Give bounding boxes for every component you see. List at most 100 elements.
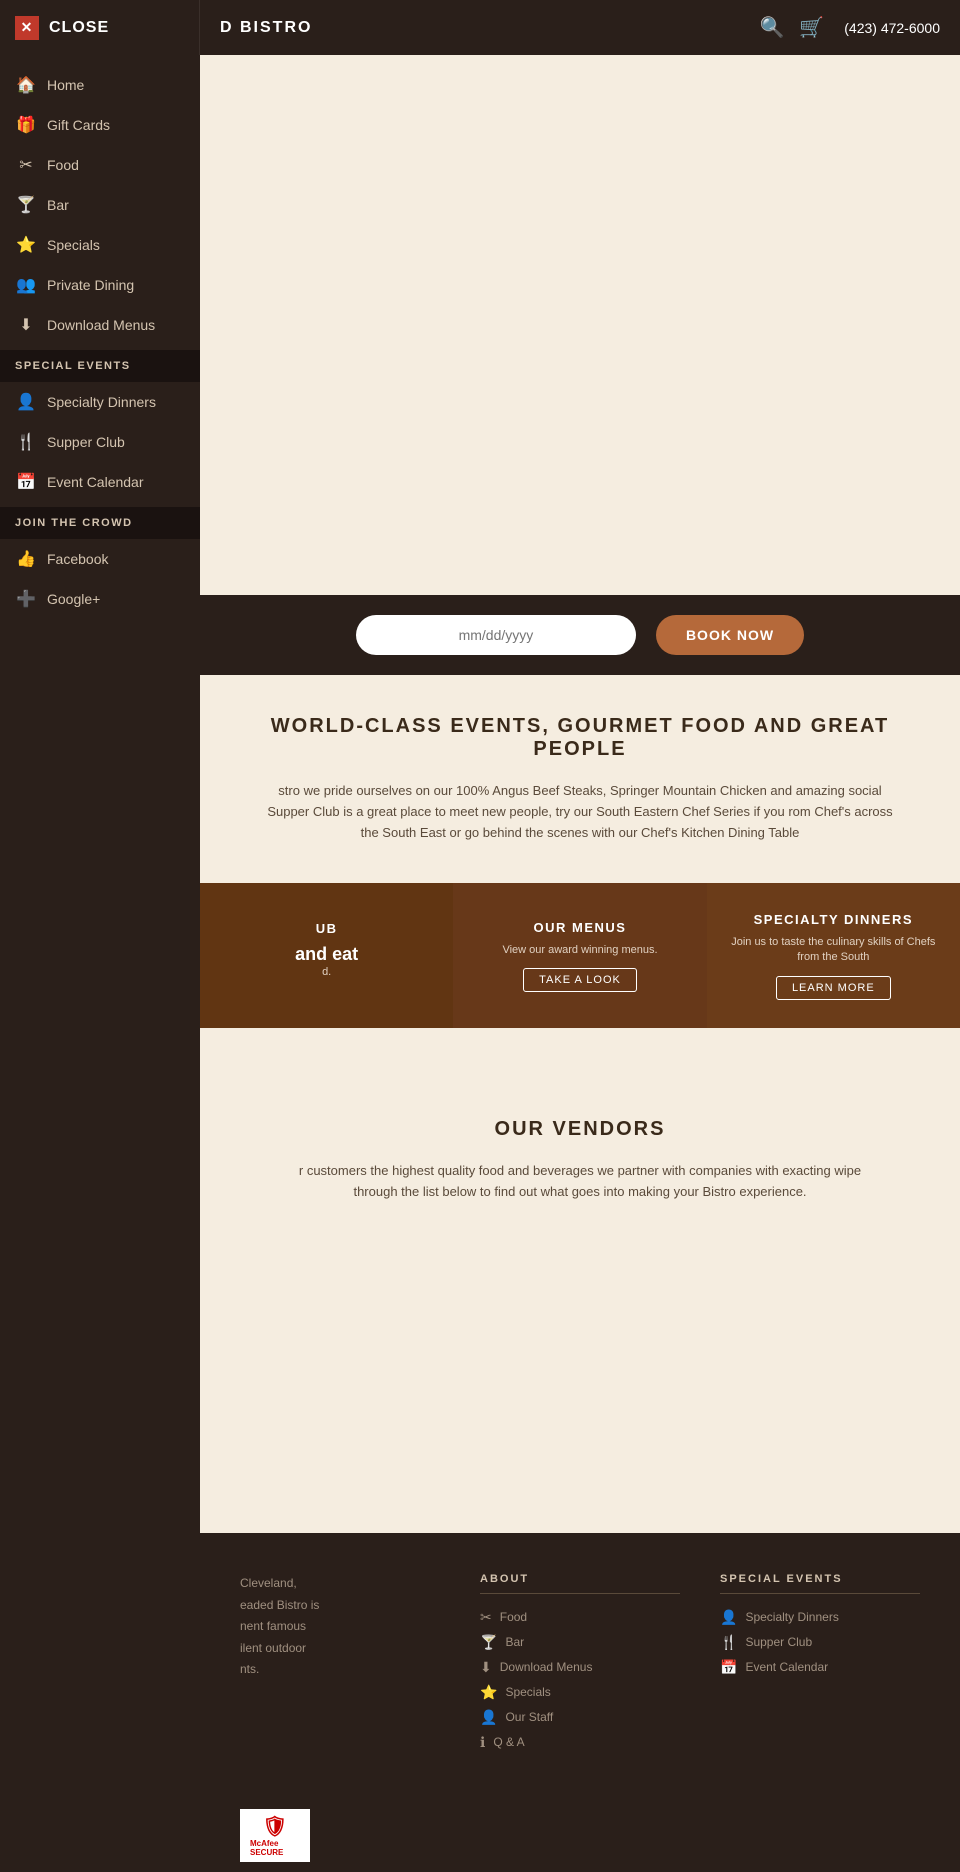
footer-link-specials[interactable]: ⭐ Specials xyxy=(480,1684,680,1701)
sidebar-item-specials[interactable]: ⭐ Specials xyxy=(0,225,200,265)
vendors-content-area xyxy=(240,1223,920,1503)
footer-supper-club-icon: 🍴 xyxy=(720,1634,737,1651)
sidebar-item-supper-club[interactable]: 🍴 Supper Club xyxy=(0,422,200,462)
our-menus-card: OUR MENUS View our award winning menus. … xyxy=(453,883,706,1028)
home-icon: 🏠 xyxy=(15,75,37,95)
footer-food-icon: ✂ xyxy=(480,1609,492,1626)
supper-club-card-side-text: and eat xyxy=(295,944,358,965)
sidebar-label-home: Home xyxy=(47,77,84,93)
footer-specials-icon: ⭐ xyxy=(480,1684,497,1701)
food-icon: ✂ xyxy=(15,155,37,175)
sidebar-item-download-menus[interactable]: ⬇ Download Menus xyxy=(0,305,200,345)
sidebar-label-supper-club: Supper Club xyxy=(47,434,125,450)
sidebar-label-specialty-dinners: Specialty Dinners xyxy=(47,394,156,410)
footer: Cleveland, eaded Bistro is nent famous i… xyxy=(200,1533,960,1799)
sidebar-label-event-calendar: Event Calendar xyxy=(47,474,144,490)
footer-link-download-menus[interactable]: ⬇ Download Menus xyxy=(480,1659,680,1676)
sidebar-item-home[interactable]: 🏠 Home xyxy=(0,65,200,105)
cart-icon[interactable]: 🛒 xyxy=(799,15,824,40)
supper-club-card: UB and eat d. xyxy=(200,883,453,1028)
world-class-heading: WORLD-CLASS EVENTS, GOURMET FOOD AND GRE… xyxy=(220,675,940,781)
close-x-icon: ✕ xyxy=(15,16,39,40)
close-button[interactable]: ✕ CLOSE xyxy=(0,0,200,55)
special-events-section-label: SPECIAL EVENTS xyxy=(0,350,200,382)
search-icon[interactable]: 🔍 xyxy=(759,15,784,40)
facebook-icon: 👍 xyxy=(15,549,37,569)
join-the-crowd-section-label: JOIN THE CROWD xyxy=(0,507,200,539)
footer-food-label: Food xyxy=(500,1610,527,1624)
mcafee-shield-icon: 🛡 xyxy=(262,1814,287,1839)
footer-specialty-dinners-icon: 👤 xyxy=(720,1609,737,1626)
brand-name: D BISTRO xyxy=(200,19,759,37)
sidebar-item-event-calendar[interactable]: 📅 Event Calendar xyxy=(0,462,200,502)
main-content: BOOK NOW WORLD-CLASS EVENTS, GOURMET FOO… xyxy=(200,55,960,1872)
sidebar-item-bar[interactable]: 🍸 Bar xyxy=(0,185,200,225)
page-wrapper: 🏠 Home 🎁 Gift Cards ✂ Food 🍸 Bar ⭐ Speci… xyxy=(0,0,960,1872)
supper-club-icon: 🍴 xyxy=(15,432,37,452)
sidebar-label-download-menus: Download Menus xyxy=(47,317,155,333)
footer-link-bar[interactable]: 🍸 Bar xyxy=(480,1634,680,1651)
private-dining-icon: 👥 xyxy=(15,275,37,295)
footer-about-col: ABOUT ✂ Food 🍸 Bar ⬇ Download Menus ⭐ Sp… xyxy=(480,1573,680,1759)
event-calendar-icon: 📅 xyxy=(15,472,37,492)
supper-club-card-body: d. xyxy=(295,965,358,980)
date-input[interactable] xyxy=(356,615,636,655)
sidebar-label-bar: Bar xyxy=(47,197,69,213)
book-now-button[interactable]: BOOK NOW xyxy=(656,615,804,655)
specialty-dinners-icon: 👤 xyxy=(15,392,37,412)
supper-club-card-title: UB xyxy=(295,921,358,936)
header-icons: 🔍 🛒 xyxy=(759,15,844,40)
footer-address-col: Cleveland, eaded Bistro is nent famous i… xyxy=(240,1573,440,1759)
vendors-section: OUR VENDORS r customers the highest qual… xyxy=(200,1048,960,1533)
footer-link-supper-club[interactable]: 🍴 Supper Club xyxy=(720,1634,920,1651)
footer-link-food[interactable]: ✂ Food xyxy=(480,1609,680,1626)
header: ✕ CLOSE D BISTRO 🔍 🛒 (423) 472-6000 xyxy=(0,0,960,55)
hero-area xyxy=(200,55,960,595)
cards-row: UB and eat d. OUR MENUS View our award w… xyxy=(200,883,960,1028)
footer-event-calendar-label: Event Calendar xyxy=(745,1660,828,1674)
sidebar-item-specialty-dinners[interactable]: 👤 Specialty Dinners xyxy=(0,382,200,422)
footer-link-our-staff[interactable]: 👤 Our Staff xyxy=(480,1709,680,1726)
our-menus-card-title: OUR MENUS xyxy=(502,920,657,935)
sidebar-label-facebook: Facebook xyxy=(47,551,108,567)
footer-staff-label: Our Staff xyxy=(505,1710,553,1724)
sidebar-label-gift-cards: Gift Cards xyxy=(47,117,110,133)
supper-club-card-content: UB and eat d. xyxy=(295,921,358,990)
download-menus-icon: ⬇ xyxy=(15,315,37,335)
footer-special-events-title: SPECIAL EVENTS xyxy=(720,1573,920,1594)
footer-supper-club-label: Supper Club xyxy=(745,1635,812,1649)
close-label: CLOSE xyxy=(49,19,109,37)
footer-staff-icon: 👤 xyxy=(480,1709,497,1726)
gift-cards-icon: 🎁 xyxy=(15,115,37,135)
sidebar-item-facebook[interactable]: 👍 Facebook xyxy=(0,539,200,579)
sidebar-item-private-dining[interactable]: 👥 Private Dining xyxy=(0,265,200,305)
footer-link-specialty-dinners[interactable]: 👤 Specialty Dinners xyxy=(720,1609,920,1626)
bar-icon: 🍸 xyxy=(15,195,37,215)
footer-link-event-calendar[interactable]: 📅 Event Calendar xyxy=(720,1659,920,1676)
vendors-heading: OUR VENDORS xyxy=(240,1078,920,1161)
footer-bar-icon: 🍸 xyxy=(480,1634,497,1651)
sidebar-item-gift-cards[interactable]: 🎁 Gift Cards xyxy=(0,105,200,145)
footer-address-text: Cleveland, eaded Bistro is nent famous i… xyxy=(240,1573,440,1681)
our-menus-card-content: OUR MENUS View our award winning menus. … xyxy=(502,920,657,992)
mcafee-secure-badge: 🛡 McAfee SECURE xyxy=(240,1809,310,1862)
date-bar: BOOK NOW xyxy=(200,595,960,675)
vendors-text: r customers the highest quality food and… xyxy=(240,1161,920,1223)
our-menus-card-button[interactable]: TAKE A LOOK xyxy=(523,968,637,992)
sidebar-item-google-plus[interactable]: ➕ Google+ xyxy=(0,579,200,619)
sidebar-label-specials: Specials xyxy=(47,237,100,253)
footer-download-label: Download Menus xyxy=(500,1660,593,1674)
footer-link-qa[interactable]: ℹ Q & A xyxy=(480,1734,680,1751)
specialty-dinners-card-button[interactable]: LEARN MORE xyxy=(776,976,891,1000)
our-menus-card-body: View our award winning menus. xyxy=(502,943,657,958)
mcafee-badge-area: 🛡 McAfee SECURE xyxy=(200,1799,960,1872)
sidebar: 🏠 Home 🎁 Gift Cards ✂ Food 🍸 Bar ⭐ Speci… xyxy=(0,55,200,1872)
specialty-dinners-card-title: SPECIALTY DINNERS xyxy=(722,912,945,927)
sidebar-label-google-plus: Google+ xyxy=(47,591,100,607)
mcafee-label: McAfee SECURE xyxy=(250,1839,300,1857)
world-class-text: stro we pride ourselves on our 100% Angu… xyxy=(220,781,940,863)
specialty-dinners-card: SPECIALTY DINNERS Join us to taste the c… xyxy=(707,883,960,1028)
sidebar-item-food[interactable]: ✂ Food xyxy=(0,145,200,185)
footer-about-title: ABOUT xyxy=(480,1573,680,1594)
specials-icon: ⭐ xyxy=(15,235,37,255)
